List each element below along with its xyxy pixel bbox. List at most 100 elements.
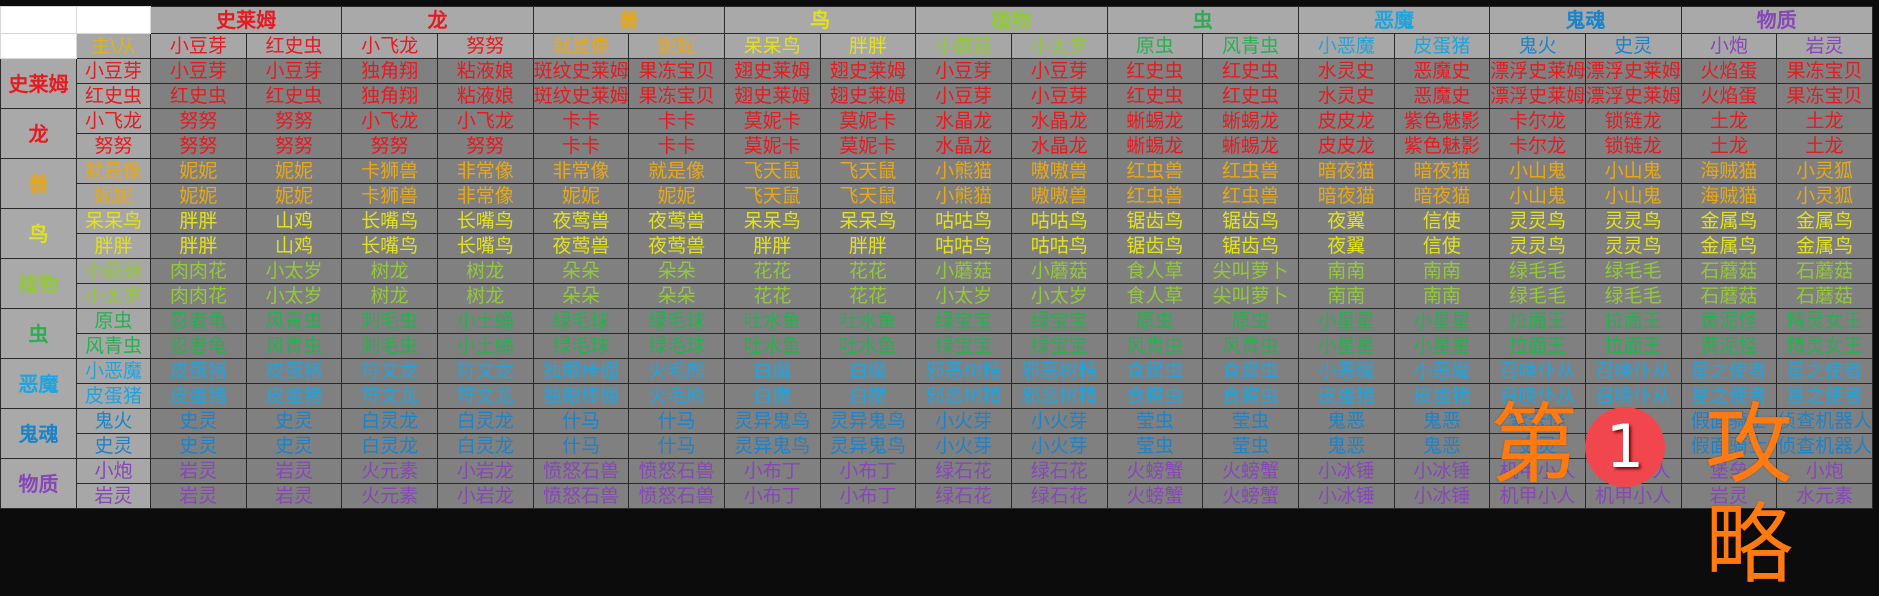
result-cell[interactable]: 小太岁 xyxy=(915,283,1012,309)
result-cell[interactable]: 红虫兽 xyxy=(1202,158,1299,184)
result-cell[interactable]: 什马 xyxy=(532,433,630,459)
result-cell[interactable]: 努努 xyxy=(245,133,343,159)
result-cell[interactable]: 金属鸟 xyxy=(1776,233,1873,259)
result-cell[interactable]: 嗷嗷兽 xyxy=(1010,183,1108,209)
result-cell[interactable]: 火元素 xyxy=(341,458,438,484)
result-cell[interactable]: 机甲小人 xyxy=(1489,483,1586,509)
result-cell[interactable]: 忍者龟 xyxy=(150,333,247,359)
result-cell[interactable]: 卡尔龙 xyxy=(1489,108,1586,134)
result-cell[interactable]: 锯齿鸟 xyxy=(1106,233,1204,259)
result-cell[interactable]: 火元素 xyxy=(341,483,438,509)
result-cell[interactable]: 努努 xyxy=(150,133,247,159)
result-cell[interactable]: 皮蛋猪 xyxy=(245,358,343,384)
result-cell[interactable]: 星之使者 xyxy=(1776,358,1873,384)
result-cell[interactable]: 莫妮卡 xyxy=(819,133,917,159)
result-cell[interactable]: 卡卡 xyxy=(628,108,725,134)
result-cell[interactable]: 水晶龙 xyxy=(915,133,1012,159)
result-cell[interactable]: 风青虫 xyxy=(245,333,343,359)
result-cell[interactable]: 绿毛球 xyxy=(532,333,630,359)
result-cell[interactable]: 果冻宝贝 xyxy=(1776,58,1873,84)
result-cell[interactable]: 朵朵 xyxy=(628,283,725,309)
result-cell[interactable]: 果冻宝贝 xyxy=(1776,83,1873,109)
result-cell[interactable]: 红史虫 xyxy=(1202,83,1299,109)
result-cell[interactable]: 暗夜猫 xyxy=(1297,183,1395,209)
result-cell[interactable]: 咕咕鸟 xyxy=(915,208,1012,234)
result-cell[interactable]: 小土蛹 xyxy=(436,308,534,334)
result-cell[interactable]: 小星星 xyxy=(1393,333,1491,359)
result-cell[interactable]: 绿宝宝 xyxy=(1010,333,1108,359)
result-cell[interactable]: 蜥蜴龙 xyxy=(1202,133,1299,159)
result-cell[interactable]: 夜莺兽 xyxy=(532,208,630,234)
result-cell[interactable]: 妮妮 xyxy=(245,183,343,209)
result-cell[interactable]: 莹虫 xyxy=(1202,433,1299,459)
result-cell[interactable]: 锯齿鸟 xyxy=(1202,233,1299,259)
result-cell[interactable]: 妮妮 xyxy=(628,183,725,209)
result-cell[interactable]: 白魔 xyxy=(723,358,821,384)
result-cell[interactable]: 小山鬼 xyxy=(1584,183,1682,209)
result-cell[interactable]: 夜莺兽 xyxy=(628,233,725,259)
result-cell[interactable]: 白魔 xyxy=(723,383,821,409)
result-cell[interactable]: 白灵龙 xyxy=(436,408,534,434)
result-cell[interactable]: 恶魔史 xyxy=(1393,83,1491,109)
result-cell[interactable]: 小火芽 xyxy=(1010,408,1108,434)
result-cell[interactable]: 火焰蛋 xyxy=(1680,83,1778,109)
result-cell[interactable]: 小山鬼 xyxy=(1489,183,1586,209)
result-cell[interactable]: 小灵狐 xyxy=(1776,158,1873,184)
result-cell[interactable]: 鬼恶 xyxy=(1297,433,1395,459)
result-cell[interactable]: 食腐虫 xyxy=(1106,383,1204,409)
result-cell[interactable]: 小豆芽 xyxy=(1010,83,1108,109)
result-cell[interactable]: 刺毛虫 xyxy=(341,333,438,359)
result-cell[interactable]: 小土蛹 xyxy=(436,333,534,359)
result-cell[interactable]: 呆呆鸟 xyxy=(819,208,917,234)
result-cell[interactable]: 黄泥怪 xyxy=(1680,308,1778,334)
result-cell[interactable]: 皮皮龙 xyxy=(1297,133,1395,159)
result-cell[interactable]: 卡卡 xyxy=(532,133,630,159)
result-cell[interactable]: 小恶魔 xyxy=(1393,358,1491,384)
result-cell[interactable]: 皮蛋猪 xyxy=(245,383,343,409)
result-cell[interactable]: 小冰锤 xyxy=(1393,483,1491,509)
result-cell[interactable]: 召唤仆从 xyxy=(1584,358,1682,384)
result-cell[interactable]: 非常像 xyxy=(532,158,630,184)
result-cell[interactable]: 肉肉花 xyxy=(150,258,247,284)
result-cell[interactable]: 土龙 xyxy=(1680,108,1778,134)
result-cell[interactable]: 果冻宝贝 xyxy=(628,58,725,84)
result-cell[interactable]: 小蘑菇 xyxy=(1010,258,1108,284)
result-cell[interactable]: 莹虫 xyxy=(1106,433,1204,459)
result-cell[interactable]: 妮妮 xyxy=(532,183,630,209)
result-cell[interactable]: 精灵女王 xyxy=(1776,308,1873,334)
result-cell[interactable]: 灵灵鸟 xyxy=(1489,233,1586,259)
result-cell[interactable]: 符文龙 xyxy=(436,358,534,384)
result-cell[interactable]: 胖胖 xyxy=(150,233,247,259)
result-cell[interactable]: 红虫兽 xyxy=(1106,158,1204,184)
result-cell[interactable]: 食腐虫 xyxy=(1202,383,1299,409)
result-cell[interactable]: 小星星 xyxy=(1297,333,1395,359)
result-cell[interactable]: 水元素 xyxy=(1776,483,1873,509)
result-cell[interactable]: 蜥蜴龙 xyxy=(1202,108,1299,134)
result-cell[interactable]: 花花 xyxy=(819,258,917,284)
result-cell[interactable]: 小豆芽 xyxy=(245,58,343,84)
result-cell[interactable]: 灵灵鸟 xyxy=(1584,208,1682,234)
result-cell[interactable]: 小岩龙 xyxy=(436,458,534,484)
result-cell[interactable]: 吐水鱼 xyxy=(723,333,821,359)
result-cell[interactable]: 努努 xyxy=(150,108,247,134)
result-cell[interactable]: 紫云怪 xyxy=(1584,433,1682,459)
result-cell[interactable]: 小山鬼 xyxy=(1489,158,1586,184)
result-cell[interactable]: 愤怒石兽 xyxy=(532,483,630,509)
result-cell[interactable]: 石蘑菇 xyxy=(1680,258,1778,284)
result-cell[interactable]: 小太岁 xyxy=(1010,283,1108,309)
result-cell[interactable]: 绿毛毛 xyxy=(1489,283,1586,309)
result-cell[interactable]: 鬼恶 xyxy=(1393,433,1491,459)
result-cell[interactable]: 努努 xyxy=(436,133,534,159)
result-cell[interactable]: 绿毛毛 xyxy=(1489,258,1586,284)
result-cell[interactable]: 红史虫 xyxy=(1106,83,1204,109)
result-cell[interactable]: 史灵 xyxy=(1489,433,1586,459)
result-cell[interactable]: 召唤仆从 xyxy=(1584,383,1682,409)
result-cell[interactable]: 拉面王 xyxy=(1584,333,1682,359)
result-cell[interactable]: 鬼火 xyxy=(1584,408,1682,434)
result-cell[interactable]: 鬼恶 xyxy=(1297,408,1395,434)
result-cell[interactable]: 花花 xyxy=(819,283,917,309)
result-cell[interactable]: 夜莺兽 xyxy=(532,233,630,259)
result-cell[interactable]: 卡卡 xyxy=(628,133,725,159)
result-cell[interactable]: 小豆芽 xyxy=(915,83,1012,109)
result-cell[interactable]: 漂浮史莱姆 xyxy=(1489,83,1586,109)
